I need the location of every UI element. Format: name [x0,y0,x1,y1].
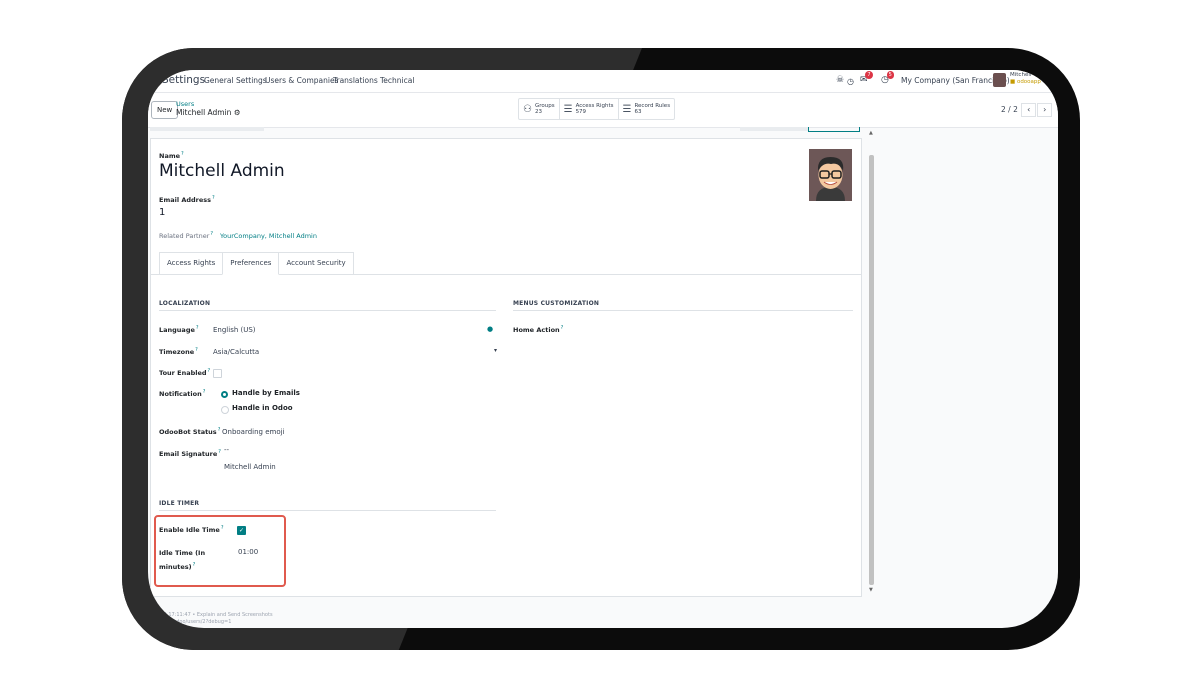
radio-handle-by-emails[interactable] [221,391,228,398]
menus-customization-title: MENUS CUSTOMIZATION [513,300,600,307]
section-divider [159,310,496,311]
record-rules-count: 63 [634,109,642,115]
user-avatar[interactable] [993,73,1006,87]
home-action-label: Home Action? [513,325,564,335]
scroll-down-arrow[interactable]: ▼ [869,587,873,593]
help-icon: ? [210,231,214,237]
language-select[interactable]: English (US) [213,326,256,334]
list-icon: ☰ [563,103,573,115]
pager-previous-button[interactable]: ‹ [1021,103,1037,117]
tab-account-security[interactable]: Account Security [278,252,354,274]
top-navbar: Settings General Settings Users & Compan… [148,70,1058,93]
handle-in-odoo-label[interactable]: Handle in Odoo [232,404,293,412]
app-screen: Settings General Settings Users & Compan… [148,70,1058,628]
user-name: Mitchell [1010,72,1032,78]
related-partner-label: Related Partner? [159,231,214,241]
messages-badge: 7 [865,71,873,79]
new-button[interactable]: New [151,101,179,119]
activity-clock-icon[interactable]: ◷ 5 [881,71,894,85]
access-rights-smart-button[interactable]: ☰ Access Rights 579 [560,99,619,119]
gear-icon[interactable]: ⚙ [234,108,241,117]
users-icon: ⚇ [523,103,532,115]
statusbar-placeholder-right [740,127,808,131]
user-database: ■ odooapp [1010,79,1041,85]
help-icon: ? [217,427,221,433]
clock-icon[interactable]: ◷ [847,77,854,86]
help-icon: ? [560,325,564,331]
timezone-select[interactable]: Asia/Calcutta [213,348,259,356]
notification-label: Notification? [159,389,206,399]
help-icon: ? [207,368,211,374]
name-field[interactable]: Mitchell Admin [159,161,285,181]
form-scrollbar[interactable]: ▲ ▼ [869,130,874,595]
breadcrumb-current: Mitchell Admin ⚙ [176,108,241,117]
footer-line-2: ...8069/odoo/users/2?debug=1 [154,619,232,625]
help-icon: ? [195,325,199,331]
record-rules-smart-button[interactable]: ☰ Record Rules 63 [619,99,675,119]
help-icon: ? [181,151,184,157]
odoobot-status-select[interactable]: Onboarding emoji [222,428,285,436]
user-menu[interactable]: Mitchell ■ odooapp [1010,72,1041,86]
menu-technical[interactable]: Technical [380,76,414,85]
header-button-edge [808,127,860,132]
help-icon: ? [195,347,198,353]
screenshot-footer: 2024 17:11:47 • Explain and Send Screens… [154,612,273,626]
pager-next-button[interactable]: › [1037,103,1053,117]
user-photo[interactable] [809,149,852,201]
form-tabs: Access Rights Preferences Account Securi… [159,252,354,275]
chat-icon[interactable]: ✉ 7 [860,71,873,85]
activities-badge: 5 [886,71,894,79]
menu-general-settings[interactable]: General Settings [204,76,267,85]
list-icon: ☰ [622,103,632,115]
menu-users-companies[interactable]: Users & Companies [265,76,338,85]
caret-down-icon[interactable]: ▾ [494,347,497,354]
breadcrumb-users[interactable]: Users [176,100,194,108]
related-partner-link[interactable]: YourCompany, Mitchell Admin [220,232,317,240]
name-label: Name? [159,151,184,161]
email-signature-field[interactable]: Mitchell Admin [224,463,276,471]
menu-translations[interactable]: Translations [333,76,378,85]
help-icon: ? [212,195,215,201]
tour-enabled-checkbox[interactable] [213,369,222,378]
tab-preferences[interactable]: Preferences [222,252,280,275]
help-icon: ? [202,389,206,395]
tour-enabled-label: Tour Enabled? [159,368,211,378]
groups-smart-button[interactable]: ⚇ Groups 23 [519,99,560,119]
bug-icon[interactable]: ☠ [836,75,844,85]
pager-value[interactable]: 2 / 2 [1001,105,1018,114]
control-panel: New Users Mitchell Admin ⚙ ⚇ Groups 23 ☰ … [148,93,1058,128]
email-label: Email Address? [159,195,215,205]
scroll-up-arrow[interactable]: ▲ [869,130,873,136]
email-field[interactable]: 1 [159,207,165,218]
footer-line-1: 2024 17:11:47 • Explain and Send Screens… [154,612,273,618]
idle-timer-section-title: IDLE TIMER [159,500,200,507]
help-icon: ? [218,449,221,455]
handle-by-emails-label[interactable]: Handle by Emails [232,389,300,397]
smart-buttons: ⚇ Groups 23 ☰ Access Rights 579 ☰ Record R… [518,98,676,120]
email-signature-label: Email Signature? [159,449,221,459]
statusbar-placeholder [150,127,264,131]
pager: 2 / 2 ‹ › [1001,103,1053,117]
idle-timer-highlight-box [154,515,286,587]
radio-handle-in-odoo[interactable] [221,406,229,414]
odoobot-status-label: OdooBot Status? [159,427,221,437]
scroll-thumb[interactable] [869,155,874,585]
app-title[interactable]: Settings [162,74,205,86]
form-sheet: Name? Mitchell Admin Email Address? 1 Re… [150,138,862,597]
access-rights-count: 579 [575,109,587,115]
localization-section-title: LOCALIZATION [159,300,211,307]
section-divider [159,510,496,511]
language-label: Language? [159,325,199,335]
section-divider [513,310,853,311]
tab-access-rights[interactable]: Access Rights [159,252,224,274]
groups-count: 23 [534,109,542,115]
signature-separator: -- [224,446,230,454]
globe-icon[interactable]: ● [487,325,493,333]
timezone-label: Timezone? [159,347,198,357]
